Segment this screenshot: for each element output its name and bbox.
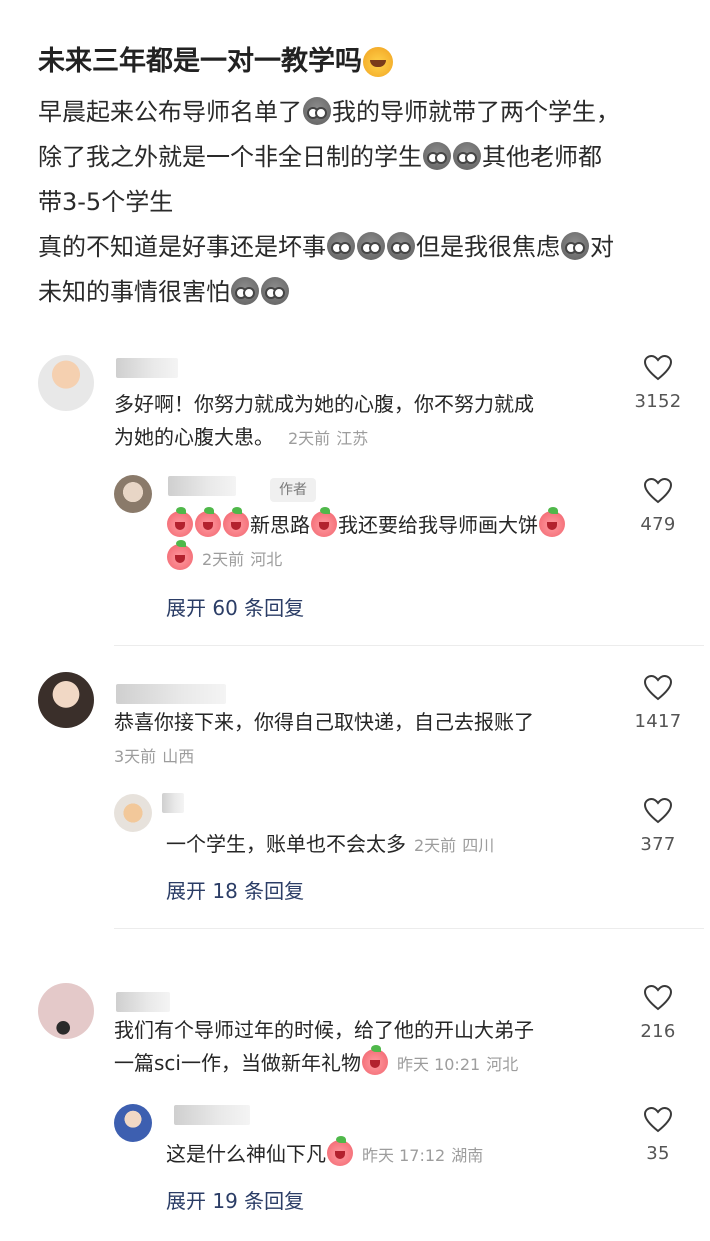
avatar[interactable] [114,794,152,832]
post-body-text: 除了我之外就是一个非全日制的学生 [38,143,422,171]
comment-text: 我们有个导师过年的时候，给了他的开山大弟子 一篇sci一作，当做新年礼物 昨天 1… [114,1014,534,1081]
reply-time: 2天前 [414,836,457,855]
like-count: 35 [646,1143,670,1164]
username-blurred[interactable] [116,684,226,704]
heart-outline-icon [644,798,672,824]
grey-shocked-emoji-icon [357,232,385,260]
comment-text: 多好啊！你努力就成为她的心腹，你不努力就成 为她的心腹大患。 2天前 江苏 [114,388,534,455]
post-body-line: 早晨起来公布导师名单了 我的导师就带了两个学生， [38,90,678,135]
avatar[interactable] [114,1104,152,1142]
post-title: 未来三年都是一对一教学吗 [38,40,678,84]
reply-text-part: 我还要给我导师画大饼 [338,513,538,537]
like-count: 216 [640,1021,676,1042]
expand-replies-link[interactable]: 展开 18 条回复 [166,875,304,904]
reply-text: 新思路 我还要给我导师画大饼 2天前 河北 [166,507,566,576]
crying-peach-emoji-icon [311,507,337,537]
comment-location: 河北 [486,1055,519,1074]
post-title-text: 未来三年都是一对一教学吗 [38,46,362,77]
heart-outline-icon [644,985,672,1011]
avatar[interactable] [38,355,94,411]
reply-text: 一个学生，账单也不会太多 2天前 四川 [166,828,494,862]
like-count: 1417 [634,711,682,732]
like-button[interactable]: 479 [618,478,698,535]
crying-peach-emoji-icon [223,507,249,537]
author-tag: 作者 [270,478,316,502]
divider [114,928,704,929]
username-blurred[interactable] [162,793,184,813]
reply-location: 四川 [462,836,495,855]
comment-time: 2天前 [288,429,331,448]
grey-shocked-emoji-icon [231,277,259,305]
comment-text: 恭喜你接下来，你得自己取快递，自己去报账了 3天前 山西 [114,706,534,773]
like-button[interactable]: 216 [618,985,698,1042]
comment-text-line: 多好啊！你努力就成为她的心腹，你不努力就成 [114,392,534,416]
post-body-text: 我的导师就带了两个学生， [332,98,620,126]
comment-time: 昨天 10:21 [396,1055,481,1074]
post: 未来三年都是一对一教学吗 早晨起来公布导师名单了 我的导师就带了两个学生， 除了我之… [38,40,678,315]
comment-text-line: 为她的心腹大患。 [114,425,274,449]
comment-location: 江苏 [336,429,369,448]
crying-peach-emoji-icon [167,540,193,570]
username-blurred[interactable] [174,1105,250,1125]
grey-shocked-emoji-icon [423,142,451,170]
like-count: 377 [640,834,676,855]
expand-replies-link[interactable]: 展开 19 条回复 [166,1185,304,1214]
post-body-text: 未知的事情很害怕 [38,278,230,306]
reply-text: 这是什么神仙下凡 昨天 17:12 湖南 [166,1136,484,1172]
grey-shocked-emoji-icon [303,97,331,125]
grey-shocked-emoji-icon [453,142,481,170]
crying-peach-emoji-icon [167,507,193,537]
comment-location: 山西 [162,747,195,766]
comment-text-line: 一篇sci一作，当做新年礼物 [114,1051,361,1075]
like-button[interactable]: 35 [618,1107,698,1164]
mind-blown-emoji-icon [363,47,393,77]
post-body-line: 真的不知道是好事还是坏事 但是我很焦虑 对 [38,225,678,270]
reply-location: 河北 [250,550,283,569]
post-body-line: 未知的事情很害怕 [38,270,678,315]
username-blurred[interactable] [116,992,170,1012]
heart-outline-icon [644,355,672,381]
like-button[interactable]: 377 [618,798,698,855]
username-blurred[interactable] [168,476,236,496]
heart-outline-icon [644,1107,672,1133]
post-body-text: 对 [590,233,614,261]
crying-peach-emoji-icon [327,1136,353,1166]
grey-shocked-emoji-icon [387,232,415,260]
post-body-text: 带3-5个学生 [38,188,174,216]
post-body-text: 早晨起来公布导师名单了 [38,98,302,126]
reply-location: 湖南 [451,1146,484,1165]
like-button[interactable]: 3152 [618,355,698,412]
comment-text-line: 恭喜你接下来，你得自己取快递，自己去报账了 [114,710,534,734]
comment-text-line: 我们有个导师过年的时候，给了他的开山大弟子 [114,1018,534,1042]
grey-shocked-emoji-icon [261,277,289,305]
like-count: 479 [640,514,676,535]
post-body-text: 但是我很焦虑 [416,233,560,261]
username-blurred[interactable] [116,358,178,378]
avatar[interactable] [38,983,94,1039]
comment-time: 3天前 [114,747,157,766]
grey-shocked-emoji-icon [327,232,355,260]
divider [114,645,704,646]
avatar[interactable] [38,672,94,728]
heart-outline-icon [644,478,672,504]
post-body-line: 带3-5个学生 [38,180,678,225]
reply-time: 2天前 [202,550,245,569]
post-body-text: 真的不知道是好事还是坏事 [38,233,326,261]
like-count: 3152 [634,391,682,412]
grey-shocked-emoji-icon [561,232,589,260]
avatar[interactable] [114,475,152,513]
reply-text-part: 一个学生，账单也不会太多 [166,832,406,856]
post-body-text: 其他老师都 [482,143,602,171]
reply-text-part: 这是什么神仙下凡 [166,1142,326,1166]
post-body-line: 除了我之外就是一个非全日制的学生 其他老师都 [38,135,678,180]
expand-replies-link[interactable]: 展开 60 条回复 [166,592,304,621]
like-button[interactable]: 1417 [618,675,698,732]
crying-peach-emoji-icon [361,1045,388,1075]
reply-time: 昨天 17:12 [362,1146,446,1165]
heart-outline-icon [644,675,672,701]
post-body: 早晨起来公布导师名单了 我的导师就带了两个学生， 除了我之外就是一个非全日制的学生 其… [38,90,678,315]
crying-peach-emoji-icon [195,507,221,537]
reply-text-part: 新思路 [250,513,310,537]
crying-peach-emoji-icon [539,507,565,537]
